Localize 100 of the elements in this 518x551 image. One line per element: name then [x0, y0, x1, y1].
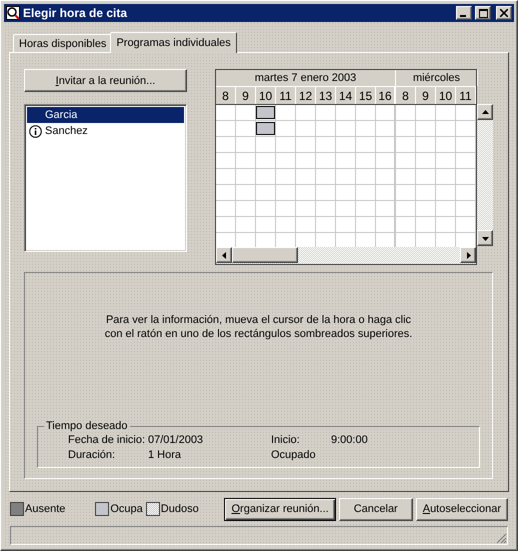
- grid-cell[interactable]: [376, 137, 396, 153]
- dialog-button[interactable]: Cancelar: [338, 498, 413, 520]
- grid-cell[interactable]: [356, 153, 376, 169]
- grid-cell[interactable]: [316, 137, 336, 153]
- grid-cell[interactable]: [356, 137, 376, 153]
- grid-cell[interactable]: [216, 105, 236, 121]
- grid-cell[interactable]: [376, 217, 396, 233]
- grid-cell[interactable]: [456, 121, 476, 137]
- dialog-button[interactable]: Autoseleccionar: [416, 498, 508, 520]
- grid-cell[interactable]: [356, 105, 376, 121]
- grid-cell[interactable]: [276, 185, 296, 201]
- grid-cell[interactable]: [296, 169, 316, 185]
- grid-cell[interactable]: [436, 217, 456, 233]
- grid-cell[interactable]: [336, 201, 356, 217]
- grid-cell[interactable]: [236, 217, 256, 233]
- grid-cell[interactable]: [296, 201, 316, 217]
- grid-cell[interactable]: [316, 153, 336, 169]
- grid-cell[interactable]: [436, 169, 456, 185]
- grid-cell[interactable]: [296, 137, 316, 153]
- grid-cell[interactable]: [396, 121, 416, 137]
- grid-cell[interactable]: [236, 169, 256, 185]
- grid-cell[interactable]: [296, 121, 316, 137]
- grid-cell[interactable]: [336, 137, 356, 153]
- grid-cell[interactable]: [316, 121, 336, 137]
- grid-cell[interactable]: [276, 153, 296, 169]
- grid-cell[interactable]: [436, 105, 456, 121]
- grid-cell[interactable]: [276, 121, 296, 137]
- grid-cell[interactable]: [376, 105, 396, 121]
- grid-cell[interactable]: [456, 169, 476, 185]
- grid-cell[interactable]: [276, 105, 296, 121]
- tab[interactable]: Horas disponibles: [13, 34, 112, 52]
- grid-cell[interactable]: [456, 185, 476, 201]
- close-button[interactable]: [496, 6, 512, 20]
- tab[interactable]: Programas individuales: [110, 32, 237, 53]
- maximize-button[interactable]: [475, 6, 491, 20]
- grid-cell[interactable]: [396, 153, 416, 169]
- grid-cell[interactable]: [236, 137, 256, 153]
- grid-cell[interactable]: [456, 217, 476, 233]
- vertical-scrollbar[interactable]: [477, 104, 493, 246]
- grid-cell[interactable]: [436, 185, 456, 201]
- grid-cell[interactable]: [336, 105, 356, 121]
- grid-cell[interactable]: [356, 169, 376, 185]
- grid-cell[interactable]: [396, 185, 416, 201]
- grid-cell[interactable]: [416, 121, 436, 137]
- grid-cell[interactable]: [296, 217, 316, 233]
- grid-cell[interactable]: [376, 121, 396, 137]
- grid-cell[interactable]: [416, 185, 436, 201]
- grid-cell[interactable]: [236, 153, 256, 169]
- grid-cell[interactable]: [316, 201, 336, 217]
- grid-cell[interactable]: [436, 121, 456, 137]
- grid-cell[interactable]: [236, 185, 256, 201]
- grid-cell[interactable]: [216, 153, 236, 169]
- grid-cell[interactable]: [336, 169, 356, 185]
- grid-cell[interactable]: [256, 185, 276, 201]
- grid-cell[interactable]: [216, 137, 236, 153]
- grid-cell[interactable]: [356, 121, 376, 137]
- scroll-up-button[interactable]: [477, 104, 493, 120]
- scroll-left-button[interactable]: [216, 247, 232, 263]
- grid-cell[interactable]: [396, 217, 416, 233]
- grid-cell[interactable]: [256, 137, 276, 153]
- grid-cell[interactable]: [316, 217, 336, 233]
- attendee-item[interactable]: Sanchez: [27, 123, 184, 139]
- dialog-button[interactable]: Organizar reunión...: [224, 498, 336, 520]
- grid-cell[interactable]: [296, 153, 316, 169]
- minimize-button[interactable]: [456, 6, 472, 20]
- grid-cell[interactable]: [216, 201, 236, 217]
- grid-cell[interactable]: [396, 137, 416, 153]
- grid-cell[interactable]: [216, 217, 236, 233]
- grid-cell[interactable]: [416, 217, 436, 233]
- grid-cell[interactable]: [276, 217, 296, 233]
- grid-cell[interactable]: [376, 201, 396, 217]
- grid-cell[interactable]: [356, 217, 376, 233]
- grid-cell[interactable]: [296, 105, 316, 121]
- grid-cell[interactable]: [436, 201, 456, 217]
- grid-cell[interactable]: [276, 201, 296, 217]
- grid-cell[interactable]: [456, 153, 476, 169]
- grid-cell[interactable]: [276, 137, 296, 153]
- grid-cell[interactable]: [316, 105, 336, 121]
- grid-cell[interactable]: [416, 137, 436, 153]
- grid-cell[interactable]: [396, 169, 416, 185]
- grid-cell[interactable]: [376, 153, 396, 169]
- scroll-right-button[interactable]: [460, 247, 476, 263]
- grid-cell[interactable]: [336, 217, 356, 233]
- grid-cell[interactable]: [236, 201, 256, 217]
- scroll-down-button[interactable]: [477, 230, 493, 246]
- grid-cell[interactable]: [336, 185, 356, 201]
- grid-cell[interactable]: [216, 185, 236, 201]
- grid-cell[interactable]: [356, 185, 376, 201]
- grid-cell[interactable]: [416, 153, 436, 169]
- grid-cell[interactable]: [416, 105, 436, 121]
- scroll-thumb[interactable]: [232, 247, 298, 263]
- grid-cell[interactable]: [456, 201, 476, 217]
- grid-cell[interactable]: [216, 169, 236, 185]
- invite-button[interactable]: Invitar a la reunión...: [24, 69, 187, 92]
- grid-cell[interactable]: [356, 201, 376, 217]
- attendee-item[interactable]: Garcia: [27, 107, 184, 123]
- grid-cell[interactable]: [276, 169, 296, 185]
- grid-cell[interactable]: [256, 153, 276, 169]
- grid-cell[interactable]: [416, 201, 436, 217]
- grid-cell[interactable]: [256, 217, 276, 233]
